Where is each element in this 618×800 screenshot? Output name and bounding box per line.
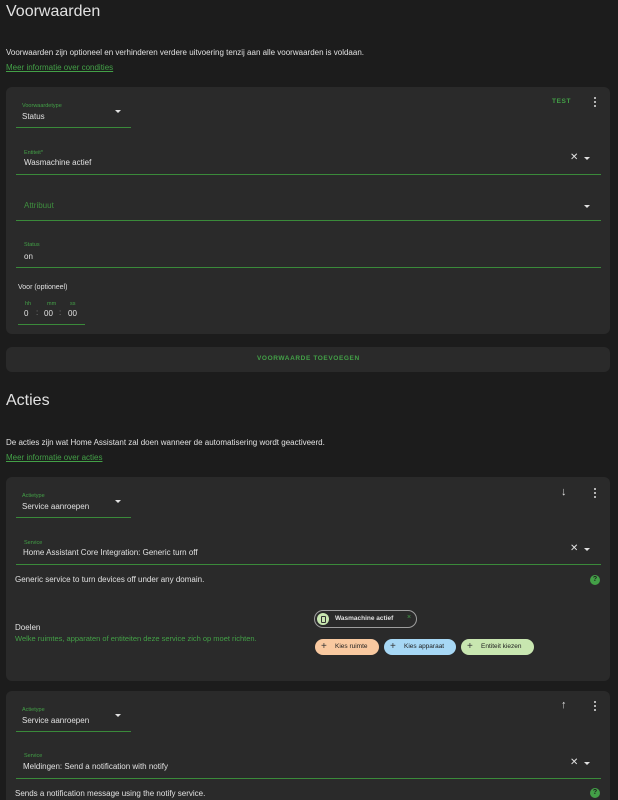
menu-down-icon[interactable]	[584, 205, 590, 208]
action-card-2: Actietype Service aanroepen ↑ Service Me…	[6, 691, 610, 800]
entity-underline	[16, 174, 601, 175]
duration-hours-label: hh	[25, 301, 32, 307]
service-underline	[16, 564, 601, 565]
duration-hours-input[interactable]: 0	[24, 309, 28, 318]
close-icon[interactable]: ✕	[570, 544, 578, 554]
action-type-label: Actietype	[22, 707, 45, 713]
service-value[interactable]: Home Assistant Core Integration: Generic…	[23, 548, 198, 557]
state-input[interactable]: on	[24, 252, 33, 261]
close-icon[interactable]: ✕	[570, 153, 578, 163]
conditions-title: Voorwaarden	[6, 3, 101, 20]
menu-down-icon[interactable]	[584, 762, 590, 765]
menu-down-icon[interactable]	[584, 548, 590, 551]
actions-title: Acties	[6, 392, 50, 409]
condition-card: Voorwaardetype Status TEST Entiteit* Was…	[6, 87, 610, 334]
test-button[interactable]: TEST	[552, 98, 571, 105]
conditions-learn-more-link[interactable]: Meer informatie over condities	[6, 63, 113, 72]
duration-underline	[18, 324, 85, 325]
help-circle-icon[interactable]: ?	[590, 575, 600, 585]
targets-title: Doelen	[15, 623, 41, 632]
arrow-up-icon[interactable]: ↑	[561, 700, 567, 711]
duration-minutes-label: mm	[47, 301, 57, 307]
target-entity-label: Wasmachine actief	[335, 615, 394, 622]
duration-separator: :	[36, 308, 39, 317]
plus-icon: +	[321, 641, 327, 652]
add-condition-button[interactable]: VOORWAARDE TOEVOEGEN	[6, 347, 610, 372]
condition-type-underline	[16, 127, 131, 128]
action-type-underline	[16, 731, 131, 732]
menu-down-icon[interactable]	[115, 500, 121, 503]
action-type-value[interactable]: Service aanroepen	[22, 502, 89, 511]
action-type-underline	[16, 517, 131, 518]
arrow-down-icon[interactable]: ↓	[561, 487, 567, 498]
attribute-placeholder[interactable]: Attribuut	[24, 201, 54, 210]
attribute-underline	[16, 220, 601, 221]
conditions-description: Voorwaarden zijn optioneel en verhindere…	[6, 48, 365, 57]
action-type-value[interactable]: Service aanroepen	[22, 716, 89, 725]
choose-area-label: Kies ruimte	[335, 643, 368, 650]
choose-entity-chip[interactable]: + Entiteit kiezen	[461, 639, 534, 655]
target-entity-chip[interactable]: Wasmachine actief ×	[314, 610, 417, 628]
dots-vertical-icon[interactable]	[593, 97, 597, 109]
service-label: Service	[24, 540, 43, 546]
choose-entity-label: Entiteit kiezen	[481, 643, 522, 650]
plus-icon: +	[390, 641, 396, 652]
duration-seconds-label: ss	[70, 301, 76, 307]
choose-device-label: Kies apparaat	[404, 643, 445, 650]
menu-down-icon[interactable]	[115, 714, 121, 717]
duration-minutes-input[interactable]: 00	[44, 309, 53, 318]
dots-vertical-icon[interactable]	[593, 701, 597, 713]
service-description: Generic service to turn devices off unde…	[15, 575, 205, 584]
action-type-label: Actietype	[22, 493, 45, 499]
condition-type-label: Voorwaardetype	[22, 103, 62, 109]
service-description: Sends a notification message using the n…	[15, 789, 206, 798]
choose-device-chip[interactable]: + Kies apparaat	[384, 639, 456, 655]
menu-down-icon[interactable]	[584, 157, 590, 160]
plus-icon: +	[467, 641, 473, 652]
state-label: Status	[24, 242, 40, 248]
clipboard-icon	[317, 613, 329, 625]
targets-description: Welke ruimtes, apparaten of entiteiten d…	[15, 634, 257, 643]
condition-type-value[interactable]: Status	[22, 112, 45, 121]
for-label: Voor (optioneel)	[18, 284, 68, 291]
actions-description: De acties zijn wat Home Assistant zal do…	[6, 438, 325, 447]
close-icon[interactable]: ×	[407, 614, 411, 621]
service-value[interactable]: Meldingen: Send a notification with noti…	[23, 762, 168, 771]
entity-value[interactable]: Wasmachine actief	[24, 158, 91, 167]
action-card-1: Actietype Service aanroepen ↓ Service Ho…	[6, 477, 610, 681]
close-icon[interactable]: ✕	[570, 758, 578, 768]
state-underline	[16, 267, 601, 268]
choose-area-chip[interactable]: + Kies ruimte	[315, 639, 379, 655]
dots-vertical-icon[interactable]	[593, 488, 597, 500]
menu-down-icon[interactable]	[115, 110, 121, 113]
service-label: Service	[24, 753, 43, 759]
add-condition-label: VOORWAARDE TOEVOEGEN	[257, 355, 360, 362]
service-underline	[16, 778, 601, 779]
actions-learn-more-link[interactable]: Meer informatie over acties	[6, 453, 102, 462]
duration-separator: :	[59, 308, 62, 317]
help-circle-icon[interactable]: ?	[590, 788, 600, 798]
duration-seconds-input[interactable]: 00	[68, 309, 77, 318]
entity-label: Entiteit*	[24, 150, 43, 156]
